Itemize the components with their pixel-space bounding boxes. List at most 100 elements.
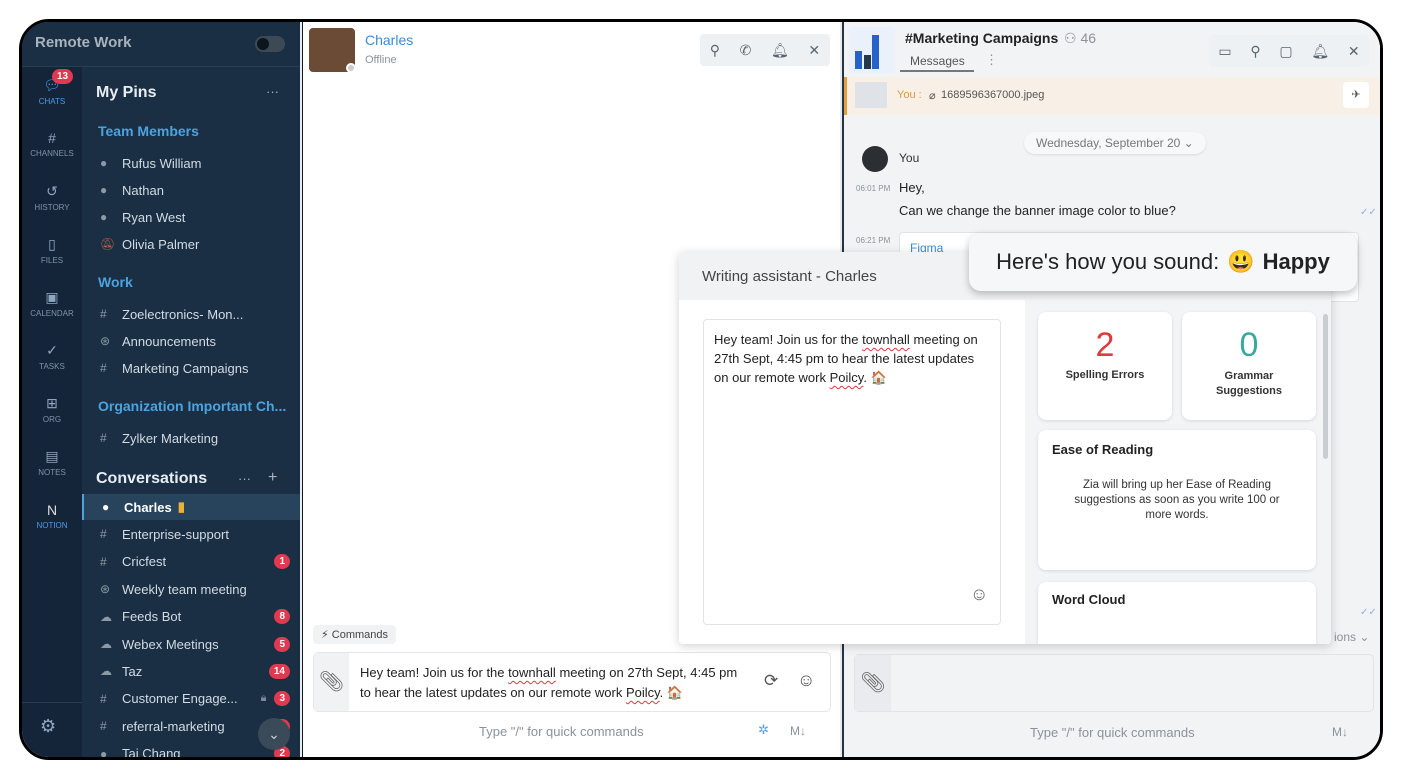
hash-icon: # (100, 431, 107, 445)
pin-announcements[interactable]: ⊛ Announcements (82, 328, 300, 354)
conversation-item[interactable]: # Cricfest 1 (82, 549, 300, 575)
rail-files[interactable]: ▯ FILES (22, 236, 82, 265)
conversation-item[interactable]: ☁︎ Webex Meetings 5 (82, 631, 300, 657)
rail-notion[interactable]: N NOTION (22, 502, 82, 530)
rail-calendar[interactable]: ▣ CALENDAR (22, 289, 82, 318)
tab-messages[interactable]: Messages (900, 52, 974, 72)
pin-nathan[interactable]: ● Nathan (82, 177, 300, 203)
assistant-text[interactable]: Hey team! Join us for the townhall meeti… (714, 330, 989, 387)
spelling-label: Spelling Errors (1065, 369, 1145, 381)
search-icon[interactable]: ⚲ (710, 42, 720, 59)
options-toggle[interactable]: ions ⌄ (1334, 630, 1369, 644)
person-icon: ⚇ (1064, 30, 1081, 46)
group-icon: ⊛ (100, 334, 111, 348)
rail-channels[interactable]: # CHANNELS (22, 130, 82, 158)
pin-ryan-west[interactable]: ● Ryan West (82, 204, 300, 230)
word-cloud-card: Word Cloud (1038, 582, 1316, 644)
tab-more-icon[interactable]: ⋮ (985, 52, 998, 68)
conversation-item[interactable]: # Enterprise-support (82, 521, 300, 547)
rail-tasks[interactable]: ✓ TASKS (22, 342, 82, 371)
bot-icon: ☁︎ (100, 637, 112, 651)
ease-title: Ease of Reading (1052, 442, 1154, 457)
scrollbar[interactable] (1323, 314, 1328, 459)
add-conversation-icon[interactable]: + (268, 469, 277, 487)
unread-badge: 5 (274, 636, 290, 652)
message-composer[interactable]: 📎︎ Hey team! Join us for the townhall me… (313, 652, 831, 712)
video-icon[interactable]: ▢ (1279, 43, 1292, 60)
conversations-more-icon[interactable]: ··· (238, 471, 251, 486)
date-divider[interactable]: Wednesday, September 20 ⌄ (1024, 132, 1206, 154)
pin-zylker-marketing[interactable]: # Zylker Marketing (82, 425, 300, 451)
sender-name[interactable]: You (899, 151, 919, 165)
member-count[interactable]: ⚇ 46 (1064, 30, 1096, 47)
attach-icon[interactable]: 📎︎ (314, 653, 349, 711)
call-icon[interactable]: ✆ (740, 42, 752, 59)
bell-icon[interactable]: 🔔︎ (771, 42, 789, 59)
close-icon[interactable]: ✕ (808, 42, 820, 59)
emoji-icon[interactable]: ☺ (797, 670, 815, 691)
close-icon[interactable]: ✕ (1348, 43, 1360, 60)
read-receipt-icon: ✓✓ (1360, 207, 1377, 218)
conversation-item[interactable]: ☁︎ Feeds Bot 8 (82, 604, 300, 630)
emoji-icon[interactable]: ☺ (970, 584, 988, 605)
rail-notes[interactable]: ▤ NOTES (22, 448, 82, 477)
sender-avatar[interactable] (862, 146, 888, 172)
hash-icon: # (100, 691, 107, 706)
unpin-icon[interactable]: ✈︎ (1343, 82, 1369, 108)
chat-actions: ⚲ ✆ 🔔︎ ✕ (700, 34, 830, 66)
sparkle-icon[interactable]: ✲ (758, 722, 769, 738)
thread-icon[interactable]: ▭ (1218, 43, 1231, 60)
channel-composer[interactable]: 📎︎ (854, 654, 1374, 712)
workspace-toggle[interactable] (255, 36, 285, 52)
bell-icon[interactable]: 🔔︎ (1311, 43, 1329, 60)
work-title[interactable]: Work (98, 274, 133, 290)
spelling-errors-card[interactable]: 2 Spelling Errors (1038, 312, 1172, 420)
unread-badge: 1 (274, 554, 290, 570)
search-icon[interactable]: ⚲ (1250, 43, 1260, 60)
grammar-label: Grammar Suggestions (1215, 370, 1282, 397)
status-dot-icon: ● (100, 210, 108, 224)
conversation-item[interactable]: ⊛ Weekly team meeting (82, 576, 300, 602)
org-title[interactable]: Organization Important Ch... (98, 398, 286, 414)
markdown-icon[interactable]: M↓ (1332, 725, 1348, 739)
hash-icon: # (100, 554, 107, 569)
unread-badge: 3 (274, 691, 290, 707)
channel-actions: ▭ ⚲ ▢ 🔔︎ ✕ (1209, 35, 1369, 67)
schedule-icon[interactable]: ⟳ (764, 671, 778, 691)
scroll-down-button[interactable]: ⌄ (258, 718, 290, 750)
app-rail: 💬︎ CHATS 13 # CHANNELS ↺ HISTORY ▯ FILES ▣ CAL… (22, 22, 82, 757)
pin-marketing-campaigns[interactable]: # Marketing Campaigns (82, 355, 300, 381)
draft-icon: ▮ (177, 499, 185, 514)
channel-name[interactable]: #Marketing Campaigns (905, 30, 1058, 46)
sidebar: My Pins ··· Team Members ● Rufus William … (82, 22, 300, 757)
attach-icon[interactable]: 📎︎ (855, 655, 891, 711)
pin-olivia-palmer[interactable]: 🔕︎ Olivia Palmer (82, 231, 300, 257)
grammar-suggestions-card[interactable]: 0 Grammar Suggestions (1182, 312, 1316, 420)
rail-history[interactable]: ↺ HISTORY (22, 183, 82, 212)
rail-org[interactable]: ⊞ ORG (22, 395, 82, 424)
conversation-item[interactable]: ● Charles ▮ (82, 494, 300, 520)
team-members-title[interactable]: Team Members (98, 123, 199, 139)
channel-logo (849, 27, 895, 73)
ease-of-reading-card: Ease of Reading Zia will bring up her Ea… (1038, 430, 1316, 570)
composer-text[interactable]: Hey team! Join us for the townhall meeti… (360, 663, 760, 703)
contact-status: Offline (365, 54, 397, 66)
settings-icon[interactable]: ⚙ (40, 716, 56, 737)
pins-more-icon[interactable]: ··· (266, 84, 279, 99)
assistant-text-area[interactable]: Hey team! Join us for the townhall meeti… (703, 319, 1001, 625)
conversation-item[interactable]: # Customer Engage... 🔒︎ 3 (82, 686, 300, 712)
hash-icon: # (100, 307, 107, 321)
contact-name[interactable]: Charles (365, 32, 413, 48)
commands-chip[interactable]: ⚡︎ Commands (313, 625, 397, 644)
lock-icon: 🔒︎ (260, 692, 267, 705)
conversation-item[interactable]: ☁︎ Taz 14 (82, 658, 300, 684)
hash-icon: # (100, 719, 107, 734)
pin-rufus-william[interactable]: ● Rufus William (82, 150, 300, 176)
unread-badge: 8 (274, 609, 290, 625)
markdown-icon[interactable]: M↓ (790, 724, 806, 738)
pin-zoelectronics[interactable]: # Zoelectronics- Mon... (82, 301, 300, 327)
rail-chats[interactable]: 💬︎ CHATS 13 (22, 69, 82, 106)
workspace-name: Remote Work (35, 34, 132, 51)
pinned-message[interactable]: You : ⌀ 1689596367000.jpeg ✈︎ (844, 77, 1380, 115)
word-cloud-title: Word Cloud (1052, 592, 1126, 607)
